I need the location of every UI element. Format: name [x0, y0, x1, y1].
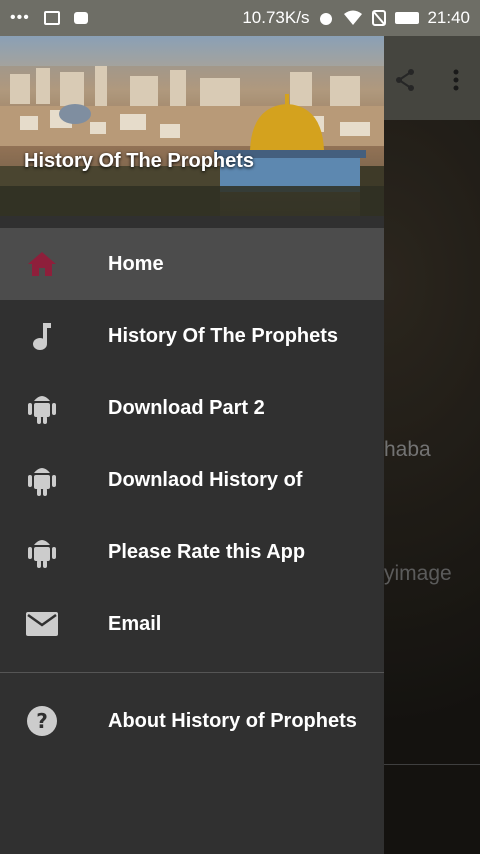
drawer-header: History Of The Prophets — [0, 36, 384, 216]
wifi-icon — [344, 10, 363, 25]
help-icon: ? — [26, 705, 58, 737]
network-speed: 10.73K/s — [242, 8, 310, 27]
menu-item-email[interactable]: Email — [0, 588, 384, 660]
menu-item-download-history-of[interactable]: Downlaod History of — [0, 444, 384, 516]
menu-item-label: History Of The Prophets — [108, 324, 339, 347]
menu-item-label: Email — [108, 612, 162, 635]
menu-item-download-part-2[interactable]: Download Part 2 — [0, 372, 384, 444]
menu-item-rate-app[interactable]: Please Rate this App — [0, 516, 384, 588]
navigation-drawer: History Of The Prophets Home History Of … — [0, 36, 384, 854]
android-icon — [26, 392, 58, 424]
battery-icon — [395, 12, 420, 24]
status-bar: ••• 10.73K/s 21:40 — [0, 0, 480, 36]
menu-item-label: Please Rate this App — [108, 540, 306, 563]
clock: 21:40 — [427, 8, 470, 27]
menu-item-label: Home — [108, 252, 164, 275]
svg-text:?: ? — [36, 709, 48, 733]
drawer-menu: Home History Of The Prophets Download Pa… — [0, 216, 384, 660]
android-icon — [26, 464, 58, 496]
menu-item-label: About History of Prophets — [108, 709, 357, 732]
drawer-header-title: History Of The Prophets — [24, 150, 255, 172]
drawer-footer-menu: ? About History of Prophets — [0, 685, 384, 757]
notification-dots: ••• — [10, 9, 30, 26]
notification-cat-icon — [73, 12, 88, 24]
menu-item-history-of-the-prophets[interactable]: History Of The Prophets — [0, 300, 384, 372]
jerusalem-header-image — [0, 66, 384, 216]
notification-app-icon — [43, 11, 60, 25]
music-note-icon — [26, 320, 58, 352]
drawer-divider — [0, 672, 384, 673]
home-icon — [26, 248, 58, 280]
menu-item-home[interactable]: Home — [0, 228, 384, 300]
menu-item-label: Download Part 2 — [108, 396, 265, 419]
android-icon — [26, 536, 58, 568]
no-sim-icon — [372, 10, 387, 26]
menu-item-about[interactable]: ? About History of Prophets — [0, 685, 384, 757]
email-icon — [26, 608, 58, 640]
menu-item-label: Downlaod History of — [108, 468, 303, 491]
alarm-icon — [320, 13, 333, 25]
